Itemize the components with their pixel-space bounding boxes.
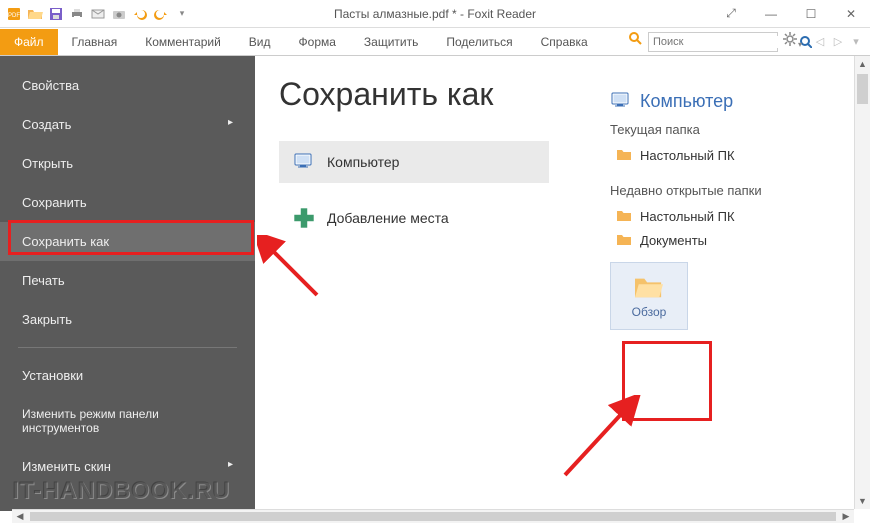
tab-share[interactable]: Поделиться [432, 29, 526, 55]
open-icon[interactable] [25, 4, 45, 24]
sidebar-item-toolbar-mode[interactable]: Изменить режим панели инструментов [0, 395, 255, 447]
close-button[interactable]: ✕ [836, 4, 866, 24]
recent-folders-label: Недавно открытые папки [610, 183, 830, 198]
location-label: Добавление места [327, 210, 449, 226]
window-title: Пасты алмазные.pdf * - Foxit Reader [334, 7, 536, 21]
folder-icon [616, 208, 632, 224]
folder-name: Настольный ПК [640, 148, 735, 163]
watermark: IT-HANDBOOK.RU [12, 477, 230, 505]
minimize-button[interactable]: — [756, 4, 786, 24]
computer-icon [610, 90, 632, 112]
maximize-button[interactable]: ☐ [796, 4, 826, 24]
scroll-down-icon[interactable]: ▼ [855, 493, 870, 509]
folder-current[interactable]: Настольный ПК [610, 143, 830, 167]
location-add-place[interactable]: Добавление места [279, 197, 549, 239]
folder-recent-0[interactable]: Настольный ПК [610, 204, 830, 228]
sidebar-separator [18, 347, 237, 348]
scroll-left-icon[interactable]: ◀ [12, 510, 28, 523]
sidebar-item-save[interactable]: Сохранить [0, 183, 255, 222]
sidebar-item-close[interactable]: Закрыть [0, 300, 255, 339]
horizontal-scrollbar[interactable]: ◀ ▶ [12, 509, 854, 523]
sidebar-item-preferences[interactable]: Установки [0, 356, 255, 395]
tab-form[interactable]: Форма [285, 29, 350, 55]
location-label: Компьютер [327, 154, 399, 170]
sidebar-item-save-as[interactable]: Сохранить как [0, 222, 255, 261]
vscroll-thumb[interactable] [857, 74, 868, 104]
email-icon[interactable] [88, 4, 108, 24]
scroll-right-icon[interactable]: ▶ [838, 510, 854, 523]
panel-title: Компьютер [610, 90, 830, 112]
tab-comment[interactable]: Комментарий [131, 29, 235, 55]
sidebar-item-open[interactable]: Открыть [0, 144, 255, 183]
location-computer[interactable]: Компьютер [279, 141, 549, 183]
nav-back-icon[interactable]: ◁ [812, 35, 828, 48]
browse-button[interactable]: Обзор [610, 262, 688, 330]
sidebar-item-create[interactable]: Создать▸ [0, 105, 255, 144]
vertical-scrollbar[interactable]: ▲ ▼ [854, 56, 870, 509]
sidebar-label: Изменить скин [22, 459, 111, 474]
folder-icon [616, 232, 632, 248]
tab-home[interactable]: Главная [58, 29, 132, 55]
folder-name: Документы [640, 233, 707, 248]
nav-menu-icon[interactable]: ▾ [848, 35, 864, 48]
ribbon-tabs: Файл Главная Комментарий Вид Форма Защит… [0, 28, 870, 56]
app-icon[interactable] [4, 4, 24, 24]
tab-view[interactable]: Вид [235, 29, 285, 55]
tab-help[interactable]: Справка [527, 29, 602, 55]
sidebar-item-properties[interactable]: Свойства [0, 66, 255, 105]
hscroll-thumb[interactable] [30, 512, 836, 521]
qat-dropdown-icon[interactable]: ▾ [172, 4, 192, 24]
snapshot-icon[interactable] [109, 4, 129, 24]
redo-icon[interactable] [151, 4, 171, 24]
computer-icon [293, 151, 315, 173]
save-icon[interactable] [46, 4, 66, 24]
browse-label: Обзор [632, 305, 667, 319]
tab-file[interactable]: Файл [0, 29, 58, 55]
undo-icon[interactable] [130, 4, 150, 24]
search-box[interactable] [648, 32, 778, 52]
quick-access-toolbar: ▾ [0, 4, 192, 24]
print-icon[interactable] [67, 4, 87, 24]
folder-open-icon [633, 273, 665, 301]
computer-detail-panel: Компьютер Текущая папка Настольный ПК Не… [610, 90, 830, 330]
tab-protect[interactable]: Защитить [350, 29, 432, 55]
ribbon-collapse-icon[interactable]: ⤢ [716, 4, 746, 24]
current-folder-label: Текущая папка [610, 122, 830, 137]
plus-icon [293, 207, 315, 229]
nav-forward-icon[interactable]: ▷ [830, 35, 846, 48]
scroll-up-icon[interactable]: ▲ [855, 56, 870, 72]
panel-title-text: Компьютер [640, 91, 733, 112]
file-menu-sidebar: Свойства Создать▸ Открыть Сохранить Сохр… [0, 56, 255, 511]
titlebar: ▾ Пасты алмазные.pdf * - Foxit Reader ⤢ … [0, 0, 870, 28]
folder-name: Настольный ПК [640, 209, 735, 224]
settings-icon[interactable]: ▾ [782, 31, 802, 52]
folder-recent-1[interactable]: Документы [610, 228, 830, 252]
search-tab-icon[interactable] [628, 31, 644, 52]
folder-icon [616, 147, 632, 163]
search-input[interactable] [649, 36, 799, 48]
sidebar-item-print[interactable]: Печать [0, 261, 255, 300]
sidebar-label: Создать [22, 117, 71, 132]
